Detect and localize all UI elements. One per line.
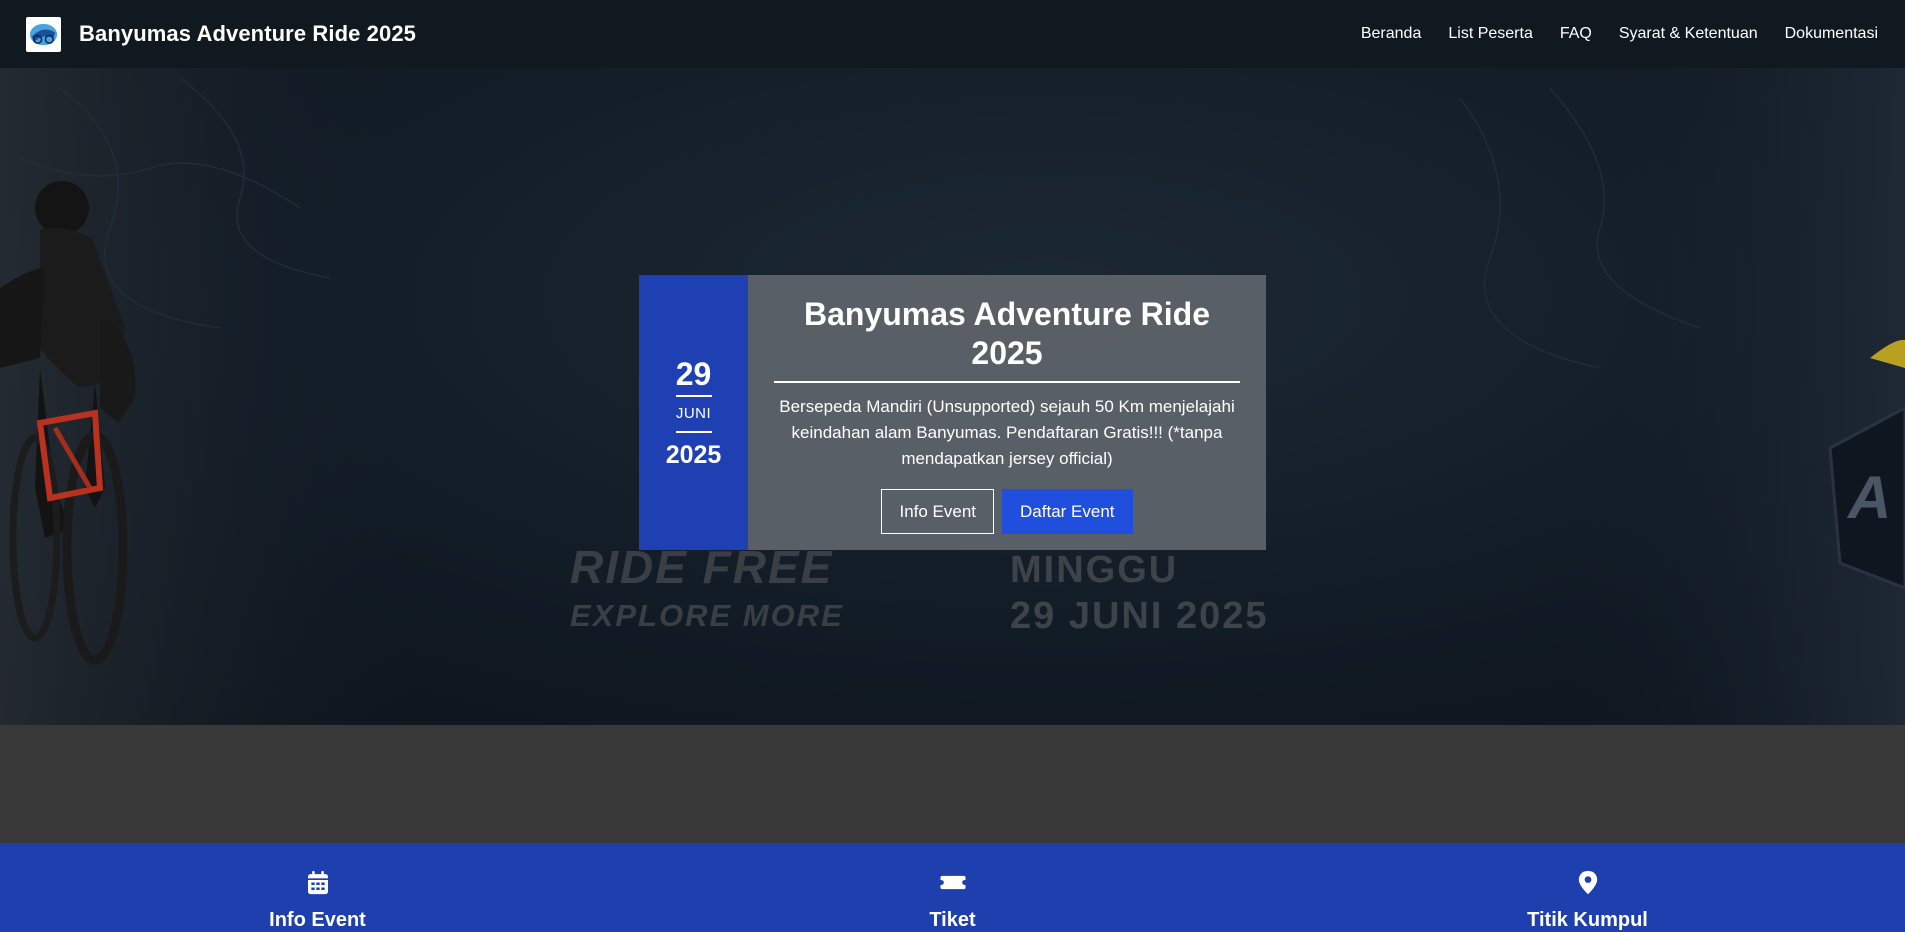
feature-bar: Info Event Tiket Titik Kumpul bbox=[0, 843, 1905, 932]
feature-label: Info Event bbox=[269, 909, 366, 931]
feature-label: Titik Kumpul bbox=[1527, 909, 1648, 931]
daftar-event-button[interactable]: Daftar Event bbox=[1002, 489, 1133, 534]
event-card: 29 JUNI 2025 Banyumas Adventure Ride 202… bbox=[639, 275, 1266, 550]
nav-link-dokumentasi[interactable]: Dokumentasi bbox=[1785, 25, 1878, 43]
event-title: Banyumas Adventure Ride 2025 bbox=[774, 295, 1240, 383]
event-date-box: 29 JUNI 2025 bbox=[639, 275, 748, 550]
feature-titik-kumpul[interactable]: Titik Kumpul bbox=[1270, 843, 1905, 932]
event-date-day: 29 bbox=[675, 355, 712, 397]
nav-links: Beranda List Peserta FAQ Syarat & Ketent… bbox=[1361, 25, 1878, 43]
logo[interactable] bbox=[26, 16, 61, 52]
navbar: Banyumas Adventure Ride 2025 Beranda Lis… bbox=[0, 0, 1905, 68]
nav-link-beranda[interactable]: Beranda bbox=[1361, 25, 1422, 43]
ticket-icon bbox=[940, 875, 965, 890]
event-date-year: 2025 bbox=[665, 441, 722, 469]
banner-date: 29 JUNI 2025 bbox=[1010, 595, 1269, 637]
nav-link-faq[interactable]: FAQ bbox=[1560, 25, 1592, 43]
banner-explore-more: EXPLORE MORE bbox=[570, 598, 844, 633]
hero-banner: A RIDE FREE EXPLORE MORE MINGGU 29 JUNI … bbox=[0, 68, 1905, 725]
feature-tiket[interactable]: Tiket bbox=[635, 843, 1270, 932]
gray-spacer bbox=[0, 725, 1905, 843]
event-buttons: Info Event Daftar Event bbox=[881, 489, 1133, 534]
calendar-icon bbox=[307, 870, 328, 895]
feature-label: Tiket bbox=[929, 909, 976, 931]
event-date-month: JUNI bbox=[675, 405, 712, 433]
svg-text:A: A bbox=[1846, 464, 1891, 531]
brand[interactable]: Banyumas Adventure Ride 2025 bbox=[26, 16, 416, 52]
banner-day: MINGGU bbox=[1010, 549, 1178, 591]
feature-info-event[interactable]: Info Event bbox=[0, 843, 635, 932]
info-event-button[interactable]: Info Event bbox=[881, 489, 995, 534]
nav-link-syarat-ketentuan[interactable]: Syarat & Ketentuan bbox=[1619, 25, 1758, 43]
map-pin-icon bbox=[1578, 870, 1597, 895]
nav-link-list-peserta[interactable]: List Peserta bbox=[1448, 25, 1532, 43]
event-info-box: Banyumas Adventure Ride 2025 Bersepeda M… bbox=[748, 275, 1266, 550]
event-description: Bersepeda Mandiri (Unsupported) sejauh 5… bbox=[779, 397, 1235, 468]
brand-title[interactable]: Banyumas Adventure Ride 2025 bbox=[79, 21, 416, 47]
